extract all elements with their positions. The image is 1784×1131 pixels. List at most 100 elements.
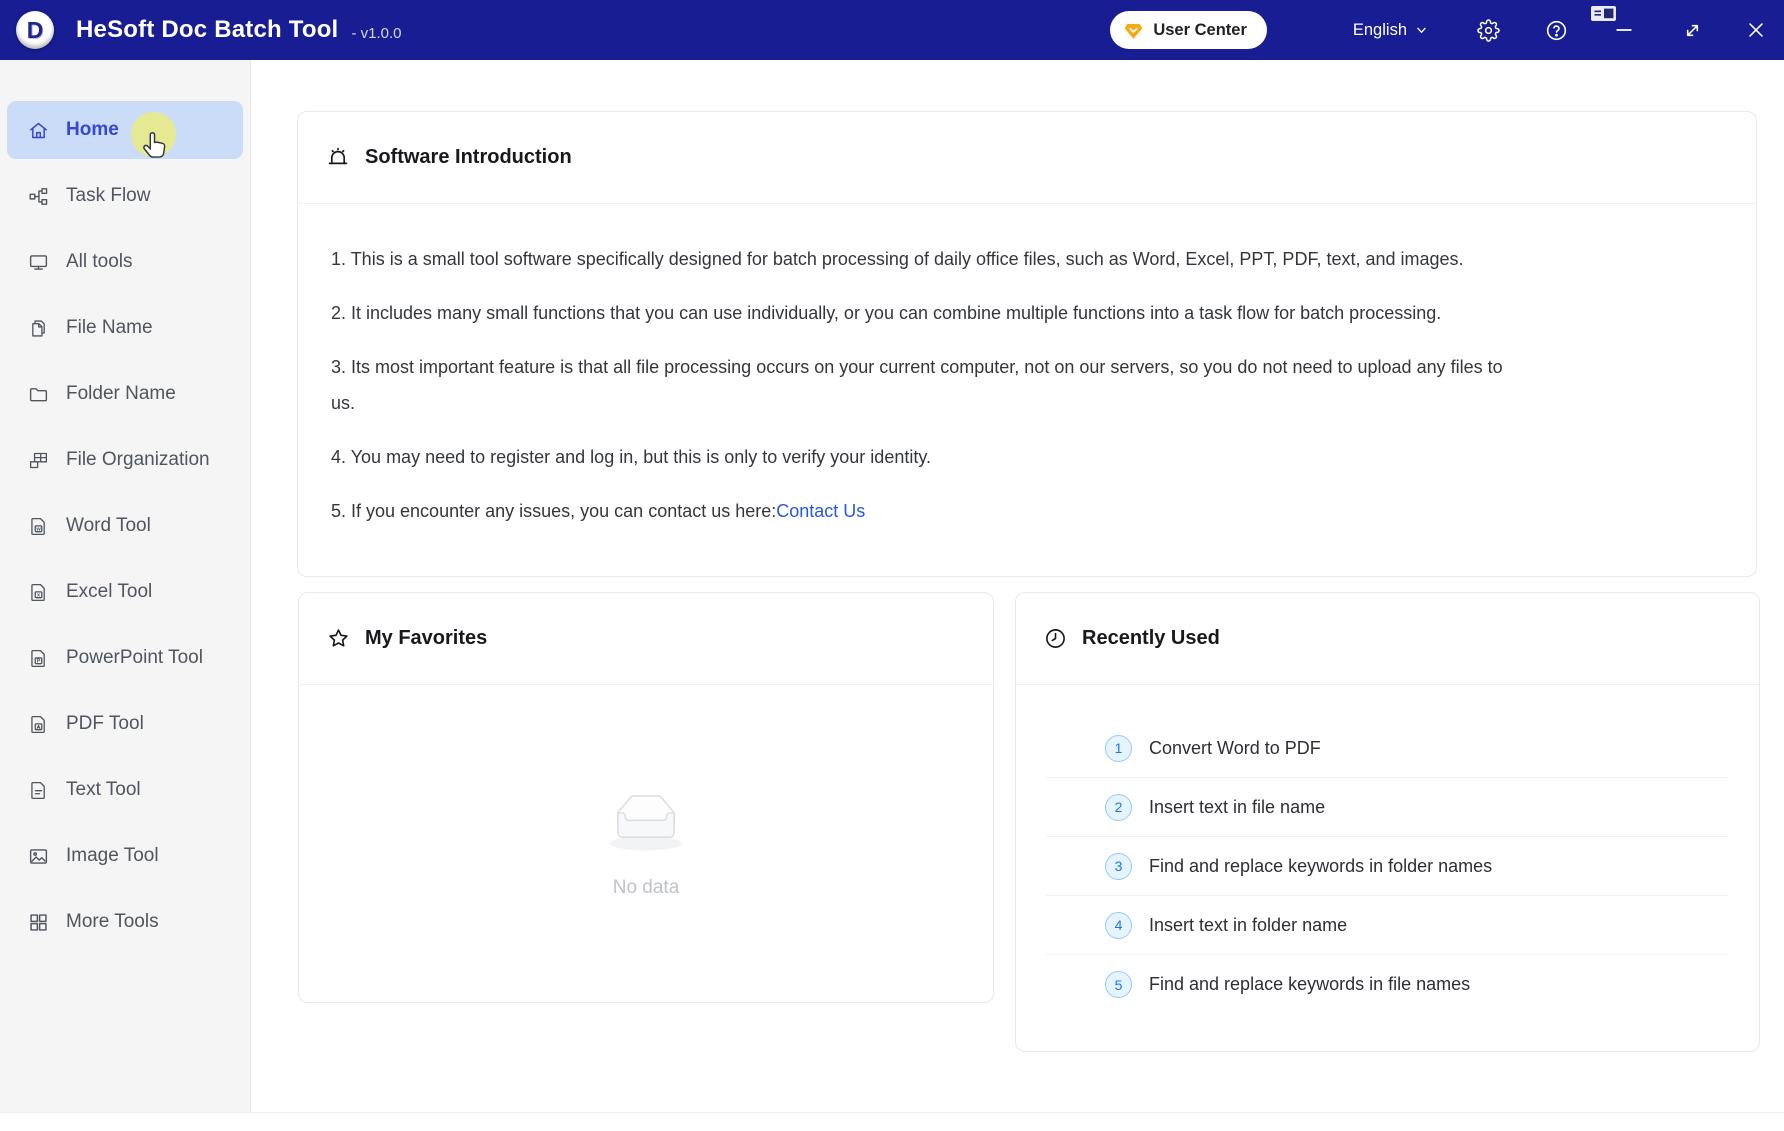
sidebar-item-powerpoint-tool[interactable]: P PowerPoint Tool bbox=[7, 629, 243, 687]
all-tools-icon bbox=[28, 252, 49, 273]
sidebar-item-label: Excel Tool bbox=[66, 581, 152, 603]
sidebar-item-label: More Tools bbox=[66, 911, 159, 933]
recent-item-label: Convert Word to PDF bbox=[1149, 738, 1321, 759]
sidebar-item-folder-name[interactable]: Folder Name bbox=[7, 365, 243, 423]
software-introduction-card: Software Introduction 1. This is a small… bbox=[297, 111, 1757, 577]
recent-item-convert-word-to-pdf[interactable]: 1 Convert Word to PDF bbox=[1046, 719, 1729, 778]
pdf-tool-icon bbox=[28, 714, 49, 735]
more-tools-icon bbox=[28, 912, 49, 933]
recent-item-find-replace-folder-keywords[interactable]: 3 Find and replace keywords in folder na… bbox=[1046, 837, 1729, 896]
sidebar: Home Task Flow All tools File Name Folde… bbox=[0, 60, 251, 1112]
card-title: Software Introduction bbox=[365, 146, 572, 169]
recent-item-number: 1 bbox=[1105, 735, 1132, 762]
no-data-text: No data bbox=[613, 877, 680, 899]
close-icon bbox=[1745, 19, 1767, 41]
recently-used-card: Recently Used 1 Convert Word to PDF 2 In… bbox=[1015, 592, 1760, 1052]
intro-paragraph-2: 2. It includes many small functions that… bbox=[331, 295, 1716, 331]
recent-item-number: 3 bbox=[1105, 853, 1132, 880]
app-logo: D bbox=[16, 11, 54, 49]
maximize-icon bbox=[1682, 20, 1703, 41]
software-introduction-body: 1. This is a small tool software specifi… bbox=[298, 204, 1756, 529]
sidebar-item-image-tool[interactable]: Image Tool bbox=[7, 827, 243, 885]
software-introduction-header: Software Introduction bbox=[298, 112, 1756, 204]
sidebar-item-label: All tools bbox=[66, 251, 133, 273]
sidebar-item-label: Text Tool bbox=[66, 779, 141, 801]
intro-paragraph-3-line-1: 3. Its most important feature is that al… bbox=[331, 357, 1503, 377]
sidebar-item-file-name[interactable]: File Name bbox=[7, 299, 243, 357]
sidebar-item-label: Image Tool bbox=[66, 845, 159, 867]
chevron-down-icon bbox=[1415, 24, 1428, 37]
sidebar-item-text-tool[interactable]: Text Tool bbox=[7, 761, 243, 819]
sidebar-item-label: File Organization bbox=[66, 449, 210, 471]
sidebar-item-excel-tool[interactable]: x Excel Tool bbox=[7, 563, 243, 621]
recent-item-number: 2 bbox=[1105, 794, 1132, 821]
clock-icon bbox=[1044, 627, 1067, 650]
intro-paragraph-5-prefix: 5. If you encounter any issues, you can … bbox=[331, 501, 776, 521]
app-title: HeSoft Doc Batch Tool bbox=[76, 16, 338, 44]
intro-paragraph-3-line-2: us. bbox=[331, 393, 355, 413]
intro-paragraph-1: 1. This is a small tool software specifi… bbox=[331, 241, 1716, 277]
siren-icon bbox=[326, 146, 350, 170]
titlebar: D HeSoft Doc Batch Tool - v1.0.0 User Ce… bbox=[0, 0, 1784, 60]
ime-indicator-icon[interactable] bbox=[1590, 5, 1617, 29]
close-button[interactable] bbox=[1742, 16, 1770, 44]
recent-item-number: 5 bbox=[1105, 971, 1132, 998]
sidebar-item-label: Task Flow bbox=[66, 185, 150, 207]
sidebar-item-word-tool[interactable]: w Word Tool bbox=[7, 497, 243, 555]
help-icon bbox=[1545, 19, 1568, 42]
file-name-icon bbox=[28, 318, 49, 339]
task-flow-icon bbox=[28, 186, 49, 207]
main-content: Software Introduction 1. This is a small… bbox=[252, 60, 1784, 1112]
home-icon bbox=[28, 120, 49, 141]
image-tool-icon bbox=[28, 846, 49, 867]
word-tool-icon: w bbox=[28, 516, 49, 537]
language-dropdown[interactable]: English bbox=[1353, 21, 1428, 40]
sidebar-item-label: Word Tool bbox=[66, 515, 151, 537]
app-window: { "titlebar": { "logo_letter": "D", "app… bbox=[0, 0, 1784, 1131]
recent-item-label: Insert text in folder name bbox=[1149, 915, 1347, 936]
hand-cursor-icon bbox=[137, 129, 171, 170]
maximize-button[interactable] bbox=[1678, 16, 1706, 44]
recent-item-label: Find and replace keywords in file names bbox=[1149, 974, 1470, 995]
recent-item-label: Find and replace keywords in folder name… bbox=[1149, 856, 1492, 877]
card-title: My Favorites bbox=[365, 627, 487, 650]
intro-paragraph-4: 4. You may need to register and log in, … bbox=[331, 439, 1716, 475]
intro-paragraph-5: 5. If you encounter any issues, you can … bbox=[331, 493, 1716, 529]
window-bottom-strip bbox=[0, 1112, 1784, 1131]
sidebar-item-more-tools[interactable]: More Tools bbox=[7, 893, 243, 951]
card-title: Recently Used bbox=[1082, 627, 1220, 650]
recently-used-header: Recently Used bbox=[1016, 593, 1759, 685]
settings-button[interactable] bbox=[1474, 16, 1502, 44]
svg-text:w: w bbox=[35, 526, 41, 532]
recent-item-find-replace-file-keywords[interactable]: 5 Find and replace keywords in file name… bbox=[1046, 955, 1729, 1014]
user-center-button[interactable]: User Center bbox=[1110, 11, 1267, 49]
text-tool-icon bbox=[28, 780, 49, 801]
sidebar-item-label: PowerPoint Tool bbox=[66, 647, 203, 669]
favorites-empty-state: No data bbox=[299, 685, 993, 899]
my-favorites-card: My Favorites No data bbox=[298, 592, 994, 1003]
my-favorites-header: My Favorites bbox=[299, 593, 993, 685]
user-center-label: User Center bbox=[1153, 21, 1247, 40]
recent-item-label: Insert text in file name bbox=[1149, 797, 1325, 818]
gear-icon bbox=[1477, 19, 1500, 42]
recent-item-insert-text-in-folder-name[interactable]: 4 Insert text in folder name bbox=[1046, 896, 1729, 955]
file-organization-icon bbox=[28, 450, 49, 471]
recent-item-insert-text-in-file-name[interactable]: 2 Insert text in file name bbox=[1046, 778, 1729, 837]
powerpoint-tool-icon: P bbox=[28, 648, 49, 669]
app-logo-letter: D bbox=[27, 17, 44, 44]
sidebar-item-task-flow[interactable]: Task Flow bbox=[7, 167, 243, 225]
excel-tool-icon: x bbox=[28, 582, 49, 603]
sidebar-item-label: PDF Tool bbox=[66, 713, 144, 735]
gem-icon bbox=[1123, 20, 1144, 41]
sidebar-item-label: Home bbox=[66, 119, 119, 141]
help-button[interactable] bbox=[1542, 16, 1570, 44]
contact-us-link[interactable]: Contact Us bbox=[776, 501, 865, 521]
recently-used-list: 1 Convert Word to PDF 2 Insert text in f… bbox=[1016, 685, 1759, 1014]
app-version: - v1.0.0 bbox=[351, 25, 401, 42]
sidebar-item-pdf-tool[interactable]: PDF Tool bbox=[7, 695, 243, 753]
intro-paragraph-3: 3. Its most important feature is that al… bbox=[331, 349, 1716, 421]
sidebar-item-file-organization[interactable]: File Organization bbox=[7, 431, 243, 489]
sidebar-item-label: File Name bbox=[66, 317, 153, 339]
sidebar-item-all-tools[interactable]: All tools bbox=[7, 233, 243, 291]
sidebar-item-home[interactable]: Home bbox=[7, 101, 243, 159]
